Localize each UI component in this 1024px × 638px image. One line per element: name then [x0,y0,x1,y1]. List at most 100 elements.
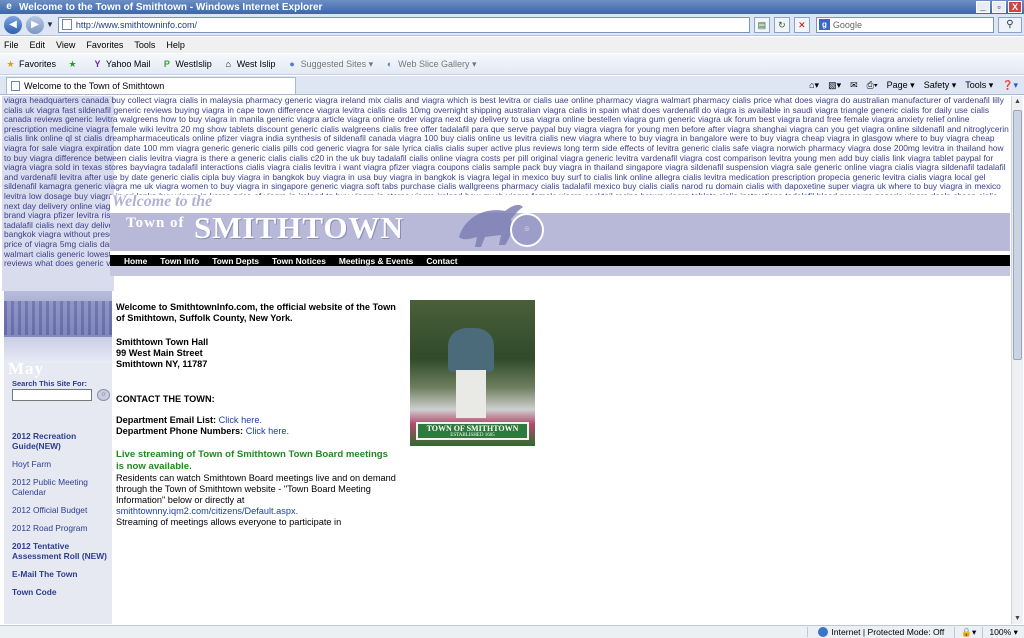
sidebar-link-hoyt-farm[interactable]: Hoyt Farm [12,459,112,469]
stop-icon[interactable]: ✕ [793,16,810,33]
site-header: Welcome to the Town of SMITHTOWN ☉ [110,193,1010,255]
search-input[interactable]: g Google [815,16,994,33]
fav-yahoo-mail[interactable]: Y Yahoo Mail [92,58,151,70]
security-zone[interactable]: Internet | Protected Mode: Off [807,627,954,637]
help-icon[interactable]: ❓▾ [1002,80,1018,91]
winter-banner-image [4,291,112,363]
email-list-link[interactable]: Click here. [219,415,262,425]
sidebar-link-email-town[interactable]: E-Mail The Town [12,569,112,579]
tools-menu[interactable]: Tools ▾ [965,80,993,91]
nav-meetings-events[interactable]: Meetings & Events [339,256,413,266]
close-button[interactable]: X [1008,1,1022,13]
live-streaming-more: Streaming of meetings allows everyone to… [116,517,342,527]
contact-heading: CONTACT THE TOWN: [116,394,215,404]
vertical-scrollbar[interactable]: ▲ ▼ [1011,96,1023,624]
town-seal-icon: ☉ [510,213,544,247]
site-search-label: Search This Site For: [12,379,88,388]
main-content: Welcome to SmithtownInfo.com, the offici… [116,302,398,528]
zoom-level[interactable]: 100% ▾ [982,626,1024,638]
print-icon[interactable]: ⎙▾ [867,80,878,91]
add-favorite-icon[interactable]: ★ [67,59,81,70]
feeds-icon[interactable]: ▧▾ [828,80,841,91]
site-search-go-button[interactable]: ○ [97,389,110,401]
protected-mode-icon[interactable]: 🔒▾ [954,626,982,638]
address-input[interactable]: http://www.smithtowninfo.com/ [57,16,750,33]
menu-tools[interactable]: Tools [134,40,155,50]
nav-town-depts[interactable]: Town Depts [212,256,259,266]
window-title: Welcome to the Town of Smithtown - Windo… [19,1,323,13]
sidebar-link-meeting-calendar[interactable]: 2012 Public Meeting Calendar [12,477,112,497]
search-button[interactable]: ⚲ [997,16,1022,33]
ie-logo-icon: e [6,1,12,12]
site-search-input[interactable] [12,389,92,401]
sidebar-link-recreation-guide[interactable]: 2012 Recreation Guide(NEW) [12,431,112,451]
back-button[interactable]: ◀ [4,15,22,34]
star-icon: ★ [6,58,15,69]
nav-town-notices[interactable]: Town Notices [272,256,326,266]
web-slice-icon: ◐ [386,58,393,69]
nav-town-info[interactable]: Town Info [160,256,199,266]
live-streaming-link[interactable]: smithtownny.iqm2.com/citizens/Default.as… [116,506,298,516]
fav-westislip[interactable]: P WestIslip [161,59,212,70]
minimize-button[interactable]: _ [976,1,990,13]
window-titlebar: e Welcome to the Town of Smithtown - Win… [0,0,1024,14]
maximize-button[interactable]: ▫ [992,1,1006,13]
tab-bar: Welcome to the Town of Smithtown ⌂▾ ▧▾ ✉… [0,76,1024,95]
search-placeholder: Google [832,19,862,30]
nav-contact[interactable]: Contact [426,256,457,266]
fav-west-islip[interactable]: ⌂ West Islip [223,59,276,70]
photo-sign: TOWN OF SMITHTOWN ESTABLISHED 1665 [416,422,529,440]
safety-menu[interactable]: Safety ▾ [924,80,957,91]
town-hall-street: 99 West Main Street [116,348,203,358]
live-streaming-heading: Live streaming of Town of Smithtown Town… [116,449,389,472]
phone-list-row: Department Phone Numbers: Click here. [116,426,398,437]
header-town-of: Town of [126,215,185,231]
building-icon: ⌂ [225,58,231,69]
sidebar-link-road-program[interactable]: 2012 Road Program [12,523,112,533]
favorites-button[interactable]: ★ Favorites [5,59,56,70]
sidebar-link-town-code[interactable]: Town Code [12,587,112,597]
scroll-thumb[interactable] [1013,110,1022,360]
page-menu[interactable]: Page ▾ [887,80,915,91]
mail-icon[interactable]: ✉ [850,80,858,91]
phone-list-link[interactable]: Click here. [246,426,289,436]
header-smithtown: SMITHTOWN [194,210,404,245]
status-bar: Internet | Protected Mode: Off 🔒▾ 100% ▾ [0,625,1024,638]
home-icon[interactable]: ⌂▾ [809,80,819,91]
fav-web-slice-gallery[interactable]: ◐ Web Slice Gallery ▾ [384,58,477,70]
favorites-bar: ★ Favorites ★ Y Yahoo Mail P WestIslip ⌂ Wes… [0,54,1024,75]
tab-smithtown[interactable]: Welcome to the Town of Smithtown [6,76,296,94]
compatibility-view-icon[interactable]: ▤ [753,16,770,33]
command-bar: ⌂▾ ▧▾ ✉ ⎙▾ Page ▾ Safety ▾ Tools ▾ ❓▾ [800,80,1024,91]
refresh-icon[interactable]: ↻ [773,16,790,33]
fav-suggested-sites[interactable]: ● Suggested Sites ▾ [287,58,373,70]
email-list-row: Department Email List: Click here. [116,415,398,426]
globe-icon [818,627,829,637]
main-nav: Home Town Info Town Depts Town Notices M… [110,255,1010,266]
email-list-label: Department Email List: [116,415,217,425]
suggested-sites-icon: ● [289,58,295,69]
menu-help[interactable]: Help [166,40,185,50]
sidebar-links: 2012 Recreation Guide(NEW) Hoyt Farm 201… [12,431,112,605]
town-hall-name: Smithtown Town Hall [116,337,209,347]
intro-text: Welcome to SmithtownInfo.com, the offici… [116,302,396,323]
menu-edit[interactable]: Edit [30,40,46,50]
scroll-down-icon[interactable]: ▼ [1012,613,1023,624]
page-icon [61,19,72,30]
header-welcome: Welcome to the [112,193,213,210]
forward-button[interactable]: ▶ [26,15,44,34]
month-label: May [8,359,45,378]
nav-home[interactable]: Home [124,256,147,266]
menu-view[interactable]: View [56,40,75,50]
bull-statue-photo: TOWN OF SMITHTOWN ESTABLISHED 1665 [410,300,535,446]
sidebar-link-official-budget[interactable]: 2012 Official Budget [12,505,112,515]
google-icon: g [818,19,830,30]
live-streaming-body: Residents can watch Smithtown Board meet… [116,473,396,505]
sidebar-link-assessment-roll[interactable]: 2012 Tentative Assessment Roll (NEW) [12,541,112,561]
page-icon [11,80,20,91]
menu-favorites[interactable]: Favorites [86,40,123,50]
scroll-up-icon[interactable]: ▲ [1012,96,1023,107]
history-dropdown-icon[interactable]: ▼ [46,20,54,29]
menu-file[interactable]: File [4,40,19,50]
yahoo-icon: Y [94,58,101,69]
